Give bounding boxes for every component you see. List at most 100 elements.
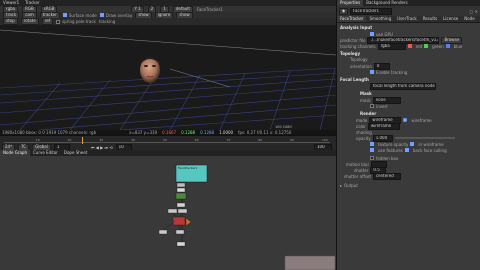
node-graph-svg: FaceTracker1 (158, 164, 336, 270)
blue-label: blue (453, 43, 463, 49)
svg-text:FaceTracker1: FaceTracker1 (178, 166, 198, 170)
timeline-tick-label: 40 (131, 138, 136, 142)
green-check-icon[interactable] (424, 44, 429, 48)
spring-pole-toggle[interactable]: spring pole track (56, 19, 96, 24)
invert-label: invert (376, 103, 388, 109)
tracking-channels-label: tracking channels (340, 43, 376, 49)
rotate-button[interactable]: rotate (20, 18, 39, 25)
backface-check-icon[interactable] (404, 148, 409, 152)
tab-results[interactable]: Results (420, 16, 440, 22)
node-cluster[interactable] (158, 208, 192, 235)
opacity-label: opacity (356, 135, 371, 141)
timeline-tick-label: 10 (35, 138, 40, 142)
color-label: color (356, 123, 366, 129)
enable-tracking-label: Enable tracking (376, 69, 408, 75)
ref-button[interactable]: ref (41, 18, 54, 25)
opacity-field[interactable]: 1.000 (372, 134, 393, 142)
draw-overlay-toggle[interactable]: Draw overlay (99, 12, 133, 18)
green-label: green (432, 43, 444, 49)
active-node-label: FaceTracker1 (196, 6, 223, 12)
ground-grid (0, 67, 336, 130)
playhead[interactable] (82, 137, 83, 144)
shading-label: shading (356, 129, 372, 135)
output-section[interactable]: ▸ Output (340, 182, 477, 188)
tracking-channels-select[interactable]: rgba (377, 42, 406, 50)
invert-toggle[interactable]: invert (340, 103, 477, 109)
invert-check-icon (370, 104, 374, 108)
tab-properties[interactable]: Properties (337, 0, 364, 6)
tab-facetracker[interactable]: FaceTracker (337, 16, 367, 22)
panel-lock-button[interactable]: ◆ (339, 7, 349, 15)
predictor-row: predictor file ./.../nuke/facetrackers/f… (340, 36, 477, 44)
enable-tracking-check-icon (370, 70, 374, 74)
shutter-offset-select[interactable]: centered (372, 172, 401, 180)
node-small-1[interactable] (176, 182, 186, 188)
focal-mode-row: focal length from camera node (340, 82, 477, 90)
timeline-tick-label: 90 (290, 138, 295, 142)
wireframe-label: wireframe (411, 117, 432, 123)
node-graph-canvas[interactable]: FaceTracker1 (0, 156, 336, 270)
shutter-label: shutter (354, 167, 369, 173)
texture-opacity-label: texture opacity (378, 141, 409, 147)
blue-check-icon[interactable] (445, 44, 450, 48)
timeline-tick-label: 30 (99, 138, 104, 142)
viewer-canvas[interactable]: 100 1080 (0, 25, 336, 130)
timeline-tick-label: 70 (226, 138, 231, 142)
tab-node[interactable]: Node (461, 16, 477, 22)
tracked-face (139, 57, 161, 83)
mask-select[interactable]: none (372, 96, 401, 104)
browse-button[interactable]: Browse (441, 36, 463, 44)
node-facetracker[interactable]: FaceTracker1 (175, 164, 208, 183)
mask-label: mask (360, 97, 371, 103)
tracking-channels-row: tracking channels rgba red green blue (340, 42, 477, 50)
in-wireframe-label: in wireframe (418, 141, 444, 147)
tab-background-renders[interactable]: Background Renders (363, 0, 410, 6)
red-label: red (415, 43, 423, 49)
mode-label: mode (356, 117, 368, 123)
node-small-2[interactable] (176, 187, 186, 193)
in-wireframe-check-icon[interactable] (410, 142, 415, 146)
enable-tracking-toggle[interactable]: Enable tracking (340, 69, 477, 75)
red-check-icon[interactable] (407, 44, 412, 48)
use-features-row: use features back face culling (340, 147, 477, 153)
node-name-field[interactable]: FaceTracker1 (350, 7, 393, 15)
properties-header: ◆ FaceTracker1 ▢ ✕ (337, 6, 480, 16)
node-output[interactable] (176, 241, 186, 247)
stop-button[interactable]: stop (3, 18, 18, 25)
tab-smoothing[interactable]: Smoothing (366, 16, 394, 22)
viewer-toolbar-3: stop rotate ref spring pole track tracki… (0, 18, 336, 25)
panel-window-icons[interactable]: ▢ ✕ (470, 9, 478, 14)
timeline-ruler[interactable]: 10 20 30 40 50 60 70 80 90 100 (4, 137, 330, 144)
mini-map[interactable] (284, 255, 336, 270)
timeline-tick-label: 20 (67, 138, 72, 142)
node-green[interactable] (175, 192, 187, 200)
opacity-slider[interactable] (394, 137, 455, 139)
draw-overlay-check-icon (99, 13, 104, 17)
node-small-3[interactable] (176, 202, 186, 208)
use-features-label: use features (378, 147, 403, 153)
spring-pole-label: spring pole track (62, 19, 96, 24)
orientation-field[interactable]: 0 (373, 62, 390, 70)
draw-overlay-label: Draw overlay (105, 12, 133, 18)
wireframe-radio-icon[interactable] (403, 118, 408, 122)
axis-line-2 (169, 68, 231, 88)
focal-mode-select[interactable]: focal length from camera node (370, 82, 436, 90)
timeline-tick-label: 50 (163, 138, 167, 142)
timeline-tick-label: 80 (258, 138, 263, 142)
texture-opacity-check-icon[interactable] (370, 142, 374, 146)
axis-line (0, 29, 336, 56)
surface-mode-toggle[interactable]: Surface mode (62, 12, 97, 18)
node-tabs: FaceTracker Smoothing UserTrack Results … (337, 16, 480, 23)
use-features-check-icon[interactable] (370, 148, 374, 152)
tab-license[interactable]: License (440, 16, 461, 22)
color-select[interactable]: wireframe (367, 122, 400, 130)
viewer-grid: 100 1080 (0, 29, 336, 130)
properties-panel: Properties Background Renders ◆ FaceTrac… (336, 0, 480, 270)
timeline-tick-label: 100 (322, 138, 328, 142)
surface-mode-label: Surface mode (68, 12, 97, 18)
timeline[interactable]: 10 20 30 40 50 60 70 80 90 100 24* TC Global 1 ⏮ … (0, 135, 336, 151)
spring-pole-check-icon (56, 19, 61, 24)
backface-label: back face culling (412, 147, 447, 153)
expand-arrow-icon: ▸ (340, 182, 343, 188)
tab-usertrack[interactable]: UserTrack (394, 16, 420, 22)
